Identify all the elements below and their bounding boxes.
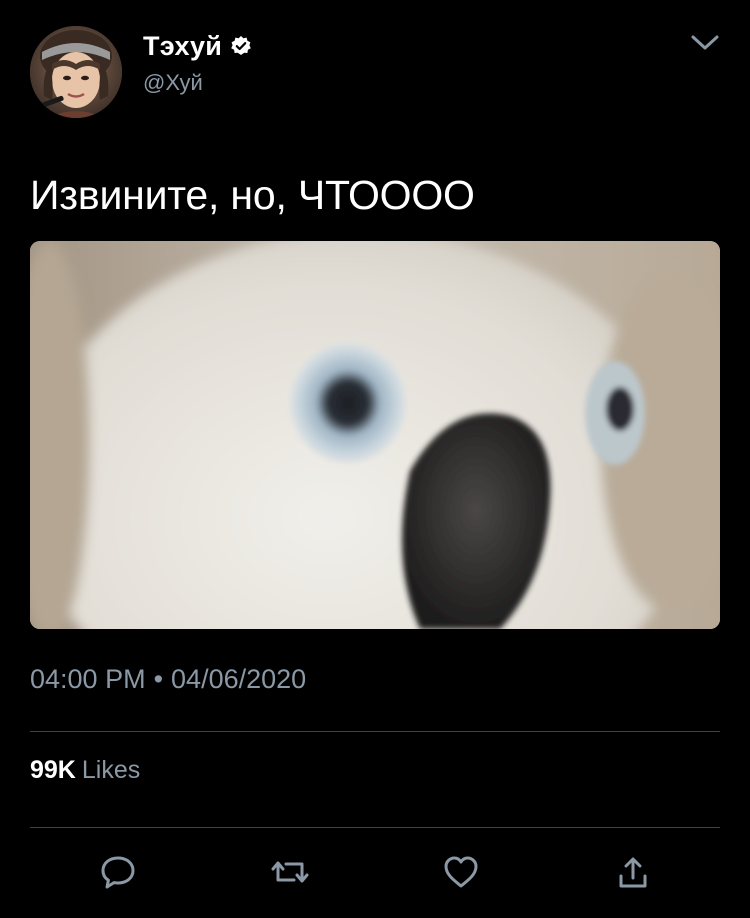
- chevron-down-icon[interactable]: [690, 30, 720, 54]
- reply-button[interactable]: [98, 852, 138, 892]
- like-icon: [444, 856, 478, 888]
- like-button[interactable]: [441, 852, 481, 892]
- avatar[interactable]: [30, 26, 122, 118]
- user-handle[interactable]: @Хуй: [143, 70, 252, 96]
- tweet-media[interactable]: [30, 241, 720, 629]
- divider: [30, 827, 720, 828]
- display-name[interactable]: Тэхуй: [143, 31, 222, 62]
- tweet-text: Извините, но, ЧТОООО: [30, 172, 475, 218]
- tweet-timestamp[interactable]: 04:00 PM • 04/06/2020: [30, 664, 306, 695]
- action-bar: [0, 848, 750, 898]
- verified-badge-icon: [230, 35, 252, 57]
- divider: [30, 731, 720, 732]
- likes-label: Likes: [81, 756, 141, 784]
- avatar-photo-icon: [30, 26, 122, 118]
- share-icon: [619, 857, 647, 888]
- share-button[interactable]: [613, 852, 653, 892]
- retweet-icon: [271, 861, 309, 883]
- author-block[interactable]: Тэхуй @Хуй: [143, 28, 252, 96]
- retweet-button[interactable]: [270, 852, 310, 892]
- likes-stat[interactable]: 99K Likes: [30, 756, 140, 785]
- tweet-time: 04:00 PM: [30, 664, 146, 694]
- cockatoo-photo-icon: [30, 241, 720, 629]
- tweet-card: Тэхуй @Хуй Извините, но, ЧТОООО 04:00 PM…: [0, 0, 750, 918]
- likes-count: 99K: [30, 756, 76, 784]
- display-name-row: Тэхуй: [143, 28, 252, 64]
- tweet-date: 04/06/2020: [171, 664, 307, 694]
- timestamp-separator: •: [153, 664, 164, 694]
- reply-icon: [101, 856, 135, 889]
